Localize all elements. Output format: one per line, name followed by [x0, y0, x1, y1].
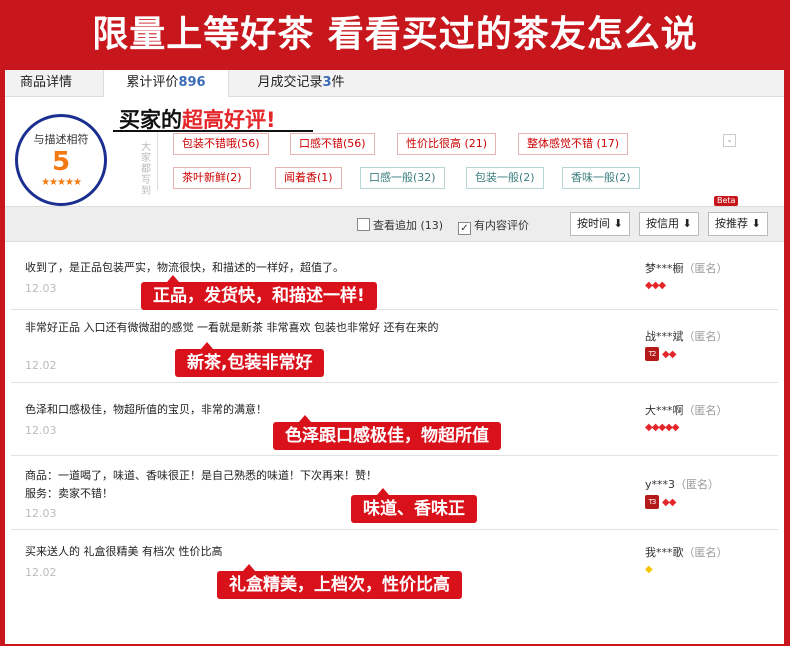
- reviewer-name: 我***歌（匿名）: [645, 544, 728, 560]
- review-row: 收到了，是正品包装严实，物流很快，和描述的一样好，超值了。 12.03 梦***…: [11, 242, 778, 310]
- tag-fragrant[interactable]: 闻着香(1): [275, 167, 342, 189]
- reviewer-nick: 战***斌: [645, 330, 684, 343]
- review-row: 色泽和口感极佳，物超所值的宝贝，非常的满意！ 12.03 大***啊（匿名） ◆…: [11, 383, 778, 456]
- append-filter-label: 查看追加 (13): [373, 219, 444, 232]
- praise-highlight: 超高好评!: [182, 108, 276, 132]
- reviewer-nick: 梦***橱: [645, 262, 684, 275]
- arrow-down-icon: ⬇: [682, 217, 692, 230]
- tags-divider: [157, 132, 158, 190]
- credit-level: T2 ◆◆: [645, 347, 676, 361]
- review-row: 买来送人的 礼盒很精美 有档次 性价比高 12.02 我***歌（匿名） ◆ 礼…: [11, 530, 778, 630]
- sort-by-recommend-button[interactable]: 按推荐 ⬇: [708, 212, 768, 236]
- rating-stars: ★★★★★: [41, 177, 82, 188]
- review-callout: 味道、香味正: [351, 488, 477, 523]
- checkbox-empty-icon: [357, 218, 370, 231]
- tab-sales-count: 3: [322, 75, 332, 90]
- reviewer-name: 战***斌（匿名）: [645, 328, 728, 344]
- anonymous-tag: （匿名）: [675, 478, 720, 491]
- reviewer-name: 大***啊（匿名）: [645, 402, 728, 418]
- review-date: 12.03: [25, 507, 57, 520]
- reviewer-nick: y***3: [645, 478, 676, 491]
- append-filter-checkbox[interactable]: 查看追加 (13): [357, 217, 443, 233]
- anonymous-tag: （匿名）: [683, 262, 728, 275]
- tag-packaging-good[interactable]: 包装不错哦(56): [173, 133, 269, 155]
- review-date: 12.02: [25, 359, 57, 372]
- sort-by-credit-button[interactable]: 按信用 ⬇: [639, 212, 699, 236]
- sort-by-time-label: 按时间: [577, 217, 610, 230]
- beta-badge: Beta: [714, 196, 739, 206]
- arrow-down-icon: ⬇: [751, 217, 761, 230]
- tab-reviews[interactable]: 累计评价896: [103, 70, 229, 97]
- content-filter-label: 有内容评价: [474, 219, 529, 232]
- tag-fresh-tea[interactable]: 茶叶新鲜(2): [173, 167, 251, 189]
- review-date: 12.03: [25, 424, 57, 437]
- anonymous-tag: （匿名）: [683, 404, 728, 417]
- content-filter-checkbox[interactable]: ✓ 有内容评价: [458, 217, 529, 235]
- tag-aroma-average[interactable]: 香味一般(2): [562, 167, 640, 189]
- review-callout: 色泽跟口感极佳，物超所值: [273, 415, 501, 450]
- tab-reviews-count: 896: [178, 75, 206, 90]
- rating-score: 5: [51, 147, 71, 177]
- tab-sales-label: 月成交记录: [257, 75, 323, 90]
- reviewer-nick: 大***啊: [645, 404, 684, 417]
- review-row: 商品：一道喝了，味道、香味很正！是自己熟悉的味道！下次再来！赞！ 服务：卖家不错…: [11, 456, 778, 530]
- review-text: 色泽和口感极佳，物超所值的宝贝，非常的满意！: [25, 403, 267, 416]
- review-text: 非常好正品 入口还有微微甜的感觉 一看就是新茶 非常喜欢 包装也非常好 还有在来…: [25, 321, 439, 334]
- praise-prefix: 买家的: [119, 108, 182, 132]
- tab-sales-unit: 件: [331, 75, 345, 90]
- review-text: 买来送人的 礼盒很精美 有档次 性价比高: [25, 545, 223, 558]
- review-text: 商品：一道喝了，味道、香味很正！是自己熟悉的味道！下次再来！赞！: [25, 469, 377, 482]
- tab-product-details[interactable]: 商品详情: [5, 70, 87, 96]
- rating-label: 与描述相符: [33, 133, 89, 146]
- rating-circle: 与描述相符 5 ★★★★★: [15, 114, 107, 206]
- review-callout: 正品，发货快，和描述一样!: [141, 275, 377, 310]
- tag-overall-good[interactable]: 整体感觉不错 (17): [518, 133, 629, 155]
- credit-heart-icon: ◆◆◆◆◆: [645, 422, 679, 433]
- tab-sales-records[interactable]: 月成交记录3件: [243, 70, 359, 96]
- review-callout: 新茶,包装非常好: [175, 342, 325, 377]
- credit-heart-icon: ◆◆: [662, 349, 676, 360]
- tag-value-high[interactable]: 性价比很高 (21): [397, 133, 497, 155]
- tag-taste-good[interactable]: 口感不错(56): [290, 133, 375, 155]
- tag-packaging-average[interactable]: 包装一般(2): [466, 167, 544, 189]
- expand-tags-icon[interactable]: ⌄: [723, 134, 736, 147]
- review-text: 收到了，是正品包装严实，物流很快，和描述的一样好，超值了。: [25, 261, 344, 274]
- sort-by-recommend-label: 按推荐: [715, 217, 748, 230]
- anonymous-tag: （匿名）: [683, 546, 728, 559]
- tags-side-label: 大家都写到: [141, 142, 151, 197]
- tag-taste-average[interactable]: 口感一般(32): [360, 167, 445, 189]
- reviewer-name: y***3（匿名）: [645, 476, 719, 492]
- arrow-down-icon: ⬇: [613, 217, 623, 230]
- credit-level: T3 ◆◆: [645, 495, 676, 509]
- credit-heart-icon: ◆◆: [662, 497, 676, 508]
- tab-reviews-label: 累计评价: [126, 75, 179, 90]
- review-toolbar: 查看追加 (13) ✓ 有内容评价 按时间 ⬇ 按信用 ⬇ 按推荐 ⬇: [5, 206, 784, 242]
- tmall-level-icon: T3: [645, 495, 659, 509]
- credit-heart-icon: ◆◆◆: [645, 280, 666, 291]
- review-callout: 礼盒精美，上档次，性价比高: [217, 564, 462, 599]
- tmall-level-icon: T2: [645, 347, 659, 361]
- review-row: 非常好正品 入口还有微微甜的感觉 一看就是新茶 非常喜欢 包装也非常好 还有在来…: [11, 310, 778, 383]
- reviewer-nick: 我***歌: [645, 546, 684, 559]
- promo-banner: 限量上等好茶 看看买过的茶友怎么说: [0, 0, 790, 68]
- gold-crown-icon: ◆: [645, 564, 653, 575]
- caption-underline: [113, 130, 313, 132]
- reviewer-name: 梦***橱（匿名）: [645, 260, 728, 276]
- review-date: 12.03: [25, 282, 57, 295]
- review-panel: 商品详情 累计评价896 月成交记录3件 与描述相符 5 ★★★★★ 买家的超高…: [5, 70, 784, 644]
- sort-by-time-button[interactable]: 按时间 ⬇: [570, 212, 630, 236]
- anonymous-tag: （匿名）: [683, 330, 728, 343]
- review-date: 12.02: [25, 566, 57, 579]
- sort-by-credit-label: 按信用: [646, 217, 679, 230]
- tab-bar: 商品详情 累计评价896 月成交记录3件: [5, 70, 784, 97]
- checkbox-checked-icon: ✓: [458, 222, 471, 235]
